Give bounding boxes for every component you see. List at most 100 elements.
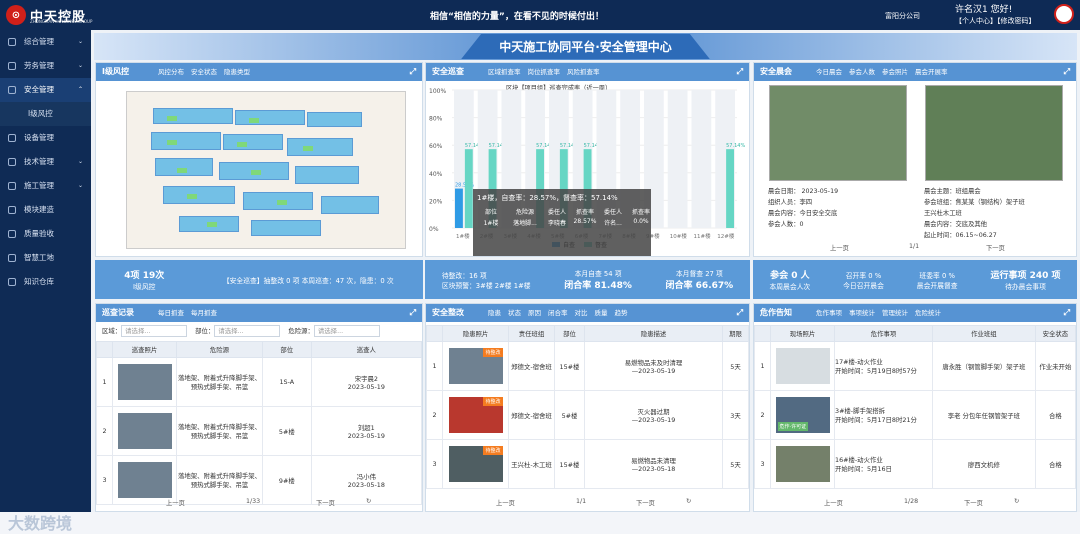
expand-icon[interactable]: ⤢	[737, 63, 743, 81]
tab-daily-check[interactable]: 每日抓查	[158, 309, 184, 317]
filter-bar: 区域： 请选择... 部位： 请选择... 危险源： 请选择...	[102, 325, 388, 337]
tab-quality[interactable]: 质量	[595, 309, 608, 317]
data-label: 57.14%	[726, 143, 745, 149]
records-panel: 巡查记录 每日抓查 每月抓查 ⤢ 区域： 请选择... 部位： 请选择... 危险源： 请选择.…	[95, 303, 423, 512]
user-info[interactable]: 许名汉1 您好! 【个人中心】【修改密码】	[955, 5, 1036, 27]
tab-danger-items[interactable]: 危作事项	[816, 309, 842, 317]
tab-item-stats[interactable]: 事项统计	[849, 309, 875, 317]
tab-monthly-check[interactable]: 每月抓查	[191, 309, 217, 317]
sidebar-item-equipment[interactable]: 设备管理	[0, 126, 91, 150]
meeting-photo-right[interactable]	[925, 85, 1063, 181]
y-tick-label: 100%	[429, 88, 446, 95]
sidebar-item-tech[interactable]: 技术管理 ⌄	[0, 150, 91, 174]
x-tick-label: 11#楼	[694, 232, 712, 240]
danger-photo[interactable]: 危作·许可证	[775, 397, 830, 433]
check-icon	[8, 230, 16, 238]
area-select[interactable]: 请选择...	[121, 325, 188, 337]
prev-page-button[interactable]: 上一页	[166, 498, 185, 507]
table-row[interactable]: 1 待整改 郑德文-宿舍班 15#楼 易燃物品未及时清理 —2023-05-19 5天	[426, 341, 749, 391]
table-row[interactable]: 1 17#楼-动火作业 开始时间：5月19日8时57分 唐永胜（钢管脚手架）架子班 作业…	[754, 341, 1076, 391]
prev-page-button[interactable]: 上一页	[824, 498, 843, 507]
table-row[interactable]: 1 落地架、附着式升降脚手架、预热式脚手架、吊篮 1S-A 宋宇晨2 2023-05-1…	[96, 357, 422, 407]
tab-state[interactable]: 状态	[508, 309, 521, 317]
book-icon	[8, 278, 16, 286]
sidebar-item-labor[interactable]: 劳务管理 ⌄	[0, 54, 91, 78]
risk-stats: 4项 19次 I级风控 【安全巡查】抽整改 0 项 本周巡查：47 次，隐患：0 …	[95, 260, 423, 299]
tab-area-rate[interactable]: 区域抓查率	[488, 68, 521, 76]
chevron-up-icon: ⌃	[77, 86, 83, 93]
sidebar-item-knowledge[interactable]: 知识仓库	[0, 270, 91, 294]
refresh-icon[interactable]: ↻	[1014, 498, 1019, 505]
rectify-pager: 上一页 1/1 下一页 ↻	[496, 498, 692, 507]
refresh-icon[interactable]: ↻	[686, 498, 691, 505]
slogan: 相信“相信的力量”，在看不见的时候付出！	[430, 12, 604, 22]
tab-compare[interactable]: 对比	[575, 309, 588, 317]
check-photo[interactable]	[117, 364, 172, 400]
prev-page-button[interactable]: 上一页	[830, 243, 849, 252]
tab-post-rate[interactable]: 岗位抓查率	[528, 68, 561, 76]
table-row[interactable]: 2 待整改 郑德文-宿舍班 5#楼 灭火器过期 —2023-05-19 3天	[426, 390, 749, 440]
next-page-button[interactable]: 下一页	[316, 498, 335, 507]
tab-management-stats[interactable]: 管理统计	[882, 309, 908, 317]
tab-risk-distribution[interactable]: 风控分布	[158, 68, 184, 76]
meeting-left-info: 晨会日期： 2023-05-19 组织人员：李四 晨会内容：今日安全交底 参会人数：0	[768, 188, 839, 228]
part-select[interactable]: 请选择...	[214, 325, 281, 337]
tab-reason[interactable]: 原因	[528, 309, 541, 317]
tab-risk-rate[interactable]: 风险抓查率	[567, 68, 600, 76]
refresh-icon[interactable]: ↻	[366, 498, 371, 505]
sidebar-item-general[interactable]: 综合管理 ⌄	[0, 30, 91, 54]
site-map[interactable]	[126, 91, 406, 249]
tab-today-meeting[interactable]: 今日晨会	[816, 68, 842, 76]
tab-closure[interactable]: 闭合率	[548, 309, 568, 317]
meeting-stats: 参会 0 人本周晨会人次 召开率 0 % 今日召开晨会 班委率 0 % 晨会开展督查…	[753, 260, 1077, 299]
hazard-select[interactable]: 请选择...	[313, 325, 380, 337]
table-row[interactable]: 3 16#楼-动火作业 开始时间：5月16日 廖西文机修 合格	[754, 439, 1076, 489]
meeting-pager: 上一页 1/1 下一页	[830, 243, 1005, 252]
tab-safety-state[interactable]: 安全状态	[191, 68, 217, 76]
danger-photo[interactable]	[775, 446, 830, 482]
next-page-button[interactable]: 下一页	[636, 498, 655, 507]
category-background	[691, 90, 712, 228]
meeting-photo-left[interactable]	[769, 85, 907, 181]
avatar[interactable]	[1054, 4, 1074, 24]
watermark: 大数跨境	[8, 514, 73, 533]
tab-danger-stats[interactable]: 危险统计	[915, 309, 941, 317]
sidebar-item-risk[interactable]: I级风控	[0, 102, 91, 126]
sidebar-item-safety[interactable]: 安全管理 ⌃	[0, 78, 91, 102]
tab-meeting-rate[interactable]: 晨会开展率	[915, 68, 948, 76]
table-row[interactable]: 2 危作·许可证 3#楼-脚手架搭拆 开始时间：5月17日8时21分 李老 分包年任钢管…	[754, 390, 1076, 440]
sidebar-item-site[interactable]: 智慧工地	[0, 246, 91, 270]
hazard-photo[interactable]: 待整改	[448, 446, 503, 482]
sidebar: 综合管理 ⌄ 劳务管理 ⌄ 安全管理 ⌃ I级风控 设备管理 技术管理 ⌄ 施工管理 ⌄ …	[0, 30, 91, 533]
expand-icon[interactable]: ⤢	[737, 304, 743, 322]
company-selector[interactable]: 富阳分公司	[885, 11, 920, 21]
prev-page-button[interactable]: 上一页	[496, 498, 515, 507]
photo-placeholder-icon[interactable]	[775, 348, 830, 384]
next-page-button[interactable]: 下一页	[986, 243, 1005, 252]
gear-icon	[8, 134, 16, 142]
sidebar-item-construction[interactable]: 施工管理 ⌄	[0, 174, 91, 198]
table-row[interactable]: 2 落地架、附着式升降脚手架、预热式脚手架、吊篮 5#楼 刘超1 2023-05-19	[96, 406, 422, 456]
sidebar-item-quality[interactable]: 质量验收	[0, 222, 91, 246]
risk-panel: I级风控 风控分布 安全状态 隐患类型 ⤢	[95, 62, 423, 257]
next-page-button[interactable]: 下一页	[964, 498, 983, 507]
expand-icon[interactable]: ⤢	[1064, 304, 1070, 322]
tool-icon	[8, 158, 16, 166]
rectify-table: 隐患照片 责任班组 部位 隐患描述 期限 1 待整改 郑德文-宿舍班 15#楼 易燃物品未及时清…	[426, 325, 749, 489]
tab-hazard[interactable]: 隐患	[488, 309, 501, 317]
table-row[interactable]: 3 待整改 王兴杜-木工班 15#楼 易燃物品未清理 —2023-05-18 5天	[426, 439, 749, 489]
tab-photos[interactable]: 参会照片	[882, 68, 908, 76]
sidebar-item-module[interactable]: 模块建造	[0, 198, 91, 222]
expand-icon[interactable]: ⤢	[410, 63, 416, 81]
expand-icon[interactable]: ⤢	[410, 304, 416, 322]
check-photo[interactable]	[117, 413, 172, 449]
hazard-photo[interactable]: 待整改	[448, 348, 503, 384]
tab-attendees[interactable]: 参会人数	[849, 68, 875, 76]
expand-icon[interactable]: ⤢	[1064, 63, 1070, 81]
top-bar: ⊙ 中天控股 ZHONGTIAN HOLDINGS GROUP 相信“相信的力量…	[0, 0, 1080, 30]
hazard-photo[interactable]: 待整改	[448, 397, 503, 433]
tab-trend[interactable]: 趋势	[615, 309, 628, 317]
y-tick-label: 60%	[429, 143, 443, 150]
chart-tooltip: 1#楼，自查率：28.57%，督查率：57.14% 部位 危险源 委任人 抓查率 委任人…	[473, 189, 651, 256]
tab-hazard-type[interactable]: 隐患类型	[224, 68, 250, 76]
